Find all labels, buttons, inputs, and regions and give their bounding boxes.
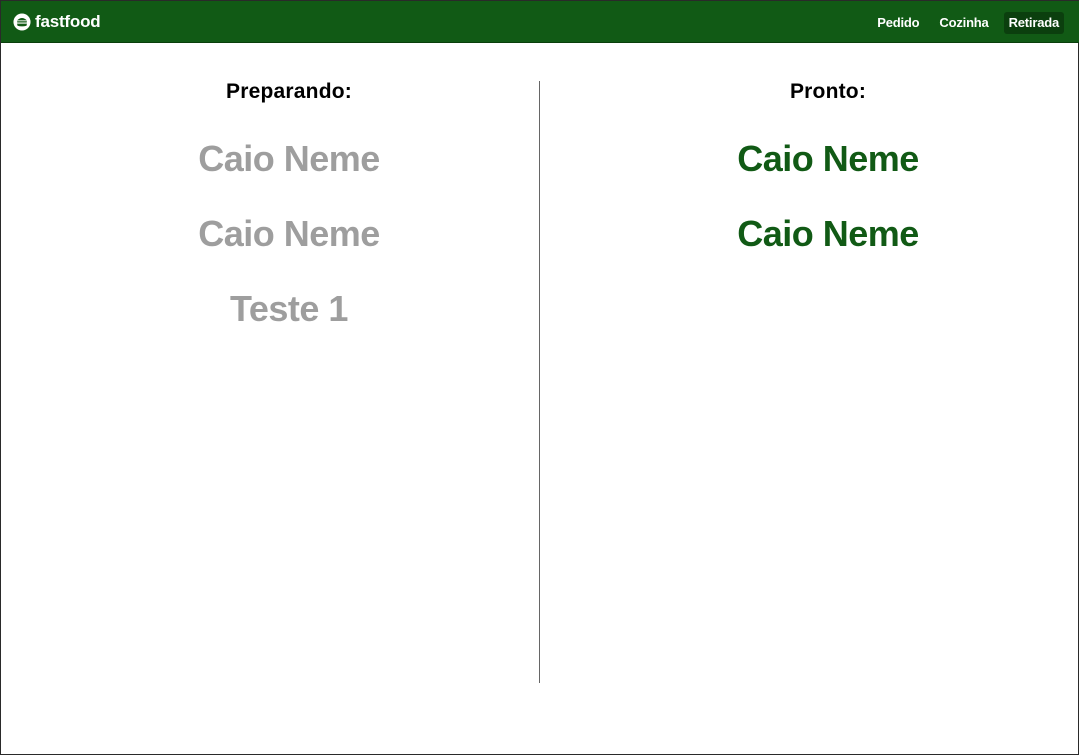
preparing-order-item: Caio Neme xyxy=(198,138,380,179)
nav-link-retirada[interactable]: Retirada xyxy=(1003,12,1064,34)
ready-order-item: Caio Neme xyxy=(737,213,919,254)
burger-icon xyxy=(13,13,31,31)
nav-links: Pedido Cozinha Retirada xyxy=(872,12,1064,34)
brand-logo[interactable]: fastfood xyxy=(13,12,101,32)
ready-column: Pronto: Caio Neme Caio Neme xyxy=(559,79,1079,289)
ready-title: Pronto: xyxy=(789,80,867,103)
preparing-order-item: Teste 1 xyxy=(230,288,348,329)
preparing-title: Preparando: xyxy=(226,80,352,103)
column-divider xyxy=(539,81,540,683)
brand-name: fastfood xyxy=(35,12,101,31)
nav-link-cozinha[interactable]: Cozinha xyxy=(934,12,993,34)
preparing-orders-list: Caio Neme Caio Neme Teste 1 xyxy=(20,139,558,364)
nav-link-pedido[interactable]: Pedido xyxy=(872,12,924,34)
navbar: fastfood Pedido Cozinha Retirada xyxy=(1,1,1079,43)
preparing-column: Preparando: Caio Neme Caio Neme Teste 1 xyxy=(20,79,558,364)
ready-order-item: Caio Neme xyxy=(737,138,919,179)
app-window: fastfood Pedido Cozinha Retirada Prepara… xyxy=(0,0,1079,755)
ready-orders-list: Caio Neme Caio Neme xyxy=(559,139,1079,289)
preparing-order-item: Caio Neme xyxy=(198,213,380,254)
